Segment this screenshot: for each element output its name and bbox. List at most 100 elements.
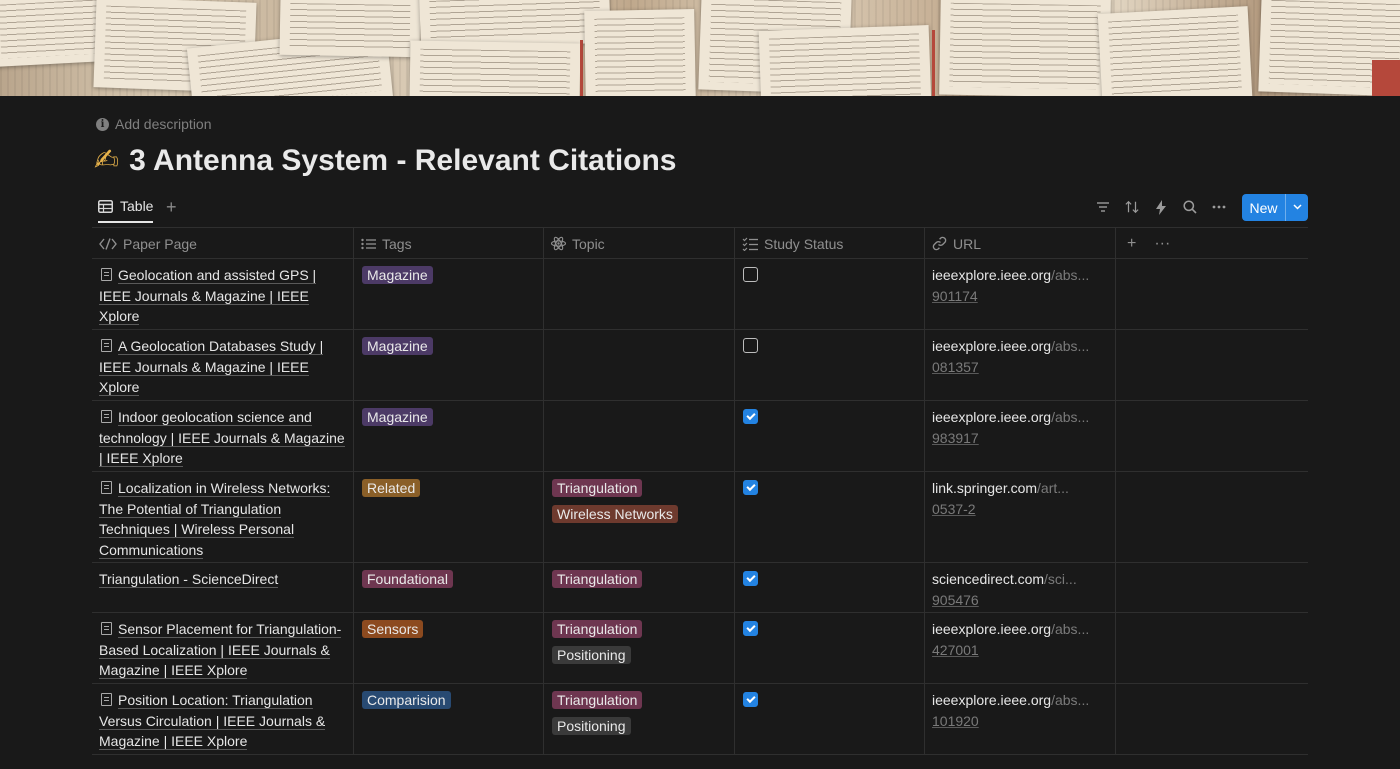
- url-tail[interactable]: 983917: [932, 430, 979, 446]
- description-placeholder: Add description: [115, 116, 212, 132]
- automation-lightning-icon[interactable]: [1154, 199, 1168, 215]
- tags-cell[interactable]: Comparision: [354, 684, 544, 754]
- paper-page-link[interactable]: A Geolocation Databases Study | IEEE Jou…: [99, 338, 324, 396]
- study-status-checkbox[interactable]: [743, 571, 758, 586]
- search-icon[interactable]: [1183, 199, 1197, 215]
- url-link[interactable]: ieeexplore.ieee.org/abs...: [932, 265, 1107, 286]
- column-header-paper-page[interactable]: Paper Page: [92, 228, 354, 259]
- study-status-cell: [735, 563, 925, 612]
- url-link[interactable]: ieeexplore.ieee.org/abs...: [932, 407, 1107, 428]
- url-cell[interactable]: ieeexplore.ieee.org/abs... 427001: [925, 613, 1116, 683]
- study-status-checkbox[interactable]: [743, 621, 758, 636]
- tag-badge: Magazine: [362, 337, 433, 355]
- paper-page-link[interactable]: Localization in Wireless Networks: The P…: [99, 480, 331, 559]
- tag-badge: Foundational: [362, 570, 453, 588]
- page-document-icon: [101, 622, 112, 635]
- paper-page-cell[interactable]: Sensor Placement for Triangulation-Based…: [92, 613, 354, 683]
- url-cell[interactable]: link.springer.com/art... 0537-2: [925, 472, 1116, 562]
- study-status-cell: [735, 613, 925, 683]
- tags-cell[interactable]: Magazine: [354, 330, 544, 400]
- writing-hand-icon[interactable]: ✍: [94, 143, 119, 178]
- more-options-icon[interactable]: [1212, 199, 1226, 215]
- url-tail[interactable]: 905476: [932, 592, 979, 608]
- sort-icon[interactable]: [1125, 199, 1139, 215]
- table-row[interactable]: A Geolocation Databases Study | IEEE Jou…: [92, 330, 1308, 401]
- url-cell[interactable]: ieeexplore.ieee.org/abs... 081357: [925, 330, 1116, 400]
- empty-cell: [1116, 472, 1308, 562]
- topic-cell[interactable]: [544, 401, 735, 471]
- paper-page-link[interactable]: Geolocation and assisted GPS | IEEE Jour…: [99, 267, 317, 325]
- table-row[interactable]: Geolocation and assisted GPS | IEEE Jour…: [92, 259, 1308, 330]
- topic-cell[interactable]: Triangulation Positioning: [544, 684, 735, 754]
- table-row[interactable]: Indoor geolocation science and technolog…: [92, 401, 1308, 472]
- topic-cell[interactable]: [544, 259, 735, 329]
- tags-cell[interactable]: Magazine: [354, 259, 544, 329]
- topic-badge: Positioning: [552, 646, 631, 664]
- url-cell[interactable]: ieeexplore.ieee.org/abs... 983917: [925, 401, 1116, 471]
- study-status-checkbox[interactable]: [743, 338, 758, 353]
- url-tail[interactable]: 901174: [932, 288, 978, 304]
- tags-cell[interactable]: Sensors: [354, 613, 544, 683]
- tags-cell[interactable]: Magazine: [354, 401, 544, 471]
- study-status-cell: [735, 401, 925, 471]
- study-status-checkbox[interactable]: [743, 409, 758, 424]
- url-cell[interactable]: ieeexplore.ieee.org/abs... 101920: [925, 684, 1116, 754]
- url-cell[interactable]: sciencedirect.com/sci... 905476: [925, 563, 1116, 612]
- table-row[interactable]: Sensor Placement for Triangulation-Based…: [92, 613, 1308, 684]
- page-document-icon: [101, 693, 112, 706]
- column-header-topic[interactable]: Topic: [544, 228, 735, 259]
- add-view-button[interactable]: +: [166, 197, 177, 218]
- add-property-button[interactable]: +: [1127, 235, 1136, 253]
- url-tail[interactable]: 0537-2: [932, 501, 976, 517]
- topic-cell[interactable]: [544, 330, 735, 400]
- url-link[interactable]: link.springer.com/art...: [932, 478, 1107, 499]
- column-header-study-status[interactable]: Study Status: [735, 228, 925, 259]
- column-header-url[interactable]: URL: [925, 228, 1116, 259]
- url-link[interactable]: sciencedirect.com/sci...: [932, 569, 1107, 590]
- paper-page-cell[interactable]: Geolocation and assisted GPS | IEEE Jour…: [92, 259, 354, 329]
- new-button[interactable]: New: [1242, 194, 1308, 221]
- topic-cell[interactable]: Triangulation Positioning: [544, 613, 735, 683]
- paper-page-link[interactable]: Sensor Placement for Triangulation-Based…: [99, 621, 342, 679]
- url-tail[interactable]: 427001: [932, 642, 979, 658]
- url-tail[interactable]: 101920: [932, 713, 979, 729]
- paper-page-link[interactable]: Triangulation - ScienceDirect: [99, 571, 279, 588]
- filter-icon[interactable]: [1096, 199, 1110, 215]
- table-row[interactable]: Triangulation - ScienceDirect Foundationa…: [92, 563, 1308, 613]
- study-status-checkbox[interactable]: [743, 692, 758, 707]
- paper-page-cell[interactable]: Position Location: Triangulation Versus …: [92, 684, 354, 754]
- paper-page-cell[interactable]: Triangulation - ScienceDirect: [92, 563, 354, 612]
- add-description-button[interactable]: i Add description: [96, 116, 212, 132]
- empty-cell: [1116, 330, 1308, 400]
- url-domain: link.springer.com: [932, 480, 1038, 496]
- paper-page-link[interactable]: Position Location: Triangulation Versus …: [99, 692, 326, 750]
- paper-page-cell[interactable]: Indoor geolocation science and technolog…: [92, 401, 354, 471]
- tags-cell[interactable]: Foundational: [354, 563, 544, 612]
- chevron-down-icon[interactable]: [1286, 202, 1308, 213]
- study-status-checkbox[interactable]: [743, 267, 758, 282]
- url-cell[interactable]: ieeexplore.ieee.org/abs... 901174: [925, 259, 1116, 329]
- column-header-tags[interactable]: Tags: [354, 228, 544, 259]
- topic-cell[interactable]: Triangulation Wireless Networks: [544, 472, 735, 562]
- tags-cell[interactable]: Related: [354, 472, 544, 562]
- tag-badge: Comparision: [362, 691, 451, 709]
- paper-page-link[interactable]: Indoor geolocation science and technolog…: [99, 409, 345, 467]
- url-link[interactable]: ieeexplore.ieee.org/abs...: [932, 690, 1107, 711]
- paper-page-cell[interactable]: A Geolocation Databases Study | IEEE Jou…: [92, 330, 354, 400]
- table-header: Paper Page Tags Topic Study Status URL +…: [92, 228, 1308, 259]
- study-status-checkbox[interactable]: [743, 480, 758, 495]
- paper-page-cell[interactable]: Localization in Wireless Networks: The P…: [92, 472, 354, 562]
- more-columns-button[interactable]: ···: [1154, 235, 1170, 253]
- topic-badge: Wireless Networks: [552, 505, 678, 523]
- page-title[interactable]: ✍ 3 Antenna System - Relevant Citations: [94, 143, 677, 178]
- empty-cell: [1116, 563, 1308, 612]
- table-row[interactable]: Localization in Wireless Networks: The P…: [92, 472, 1308, 563]
- url-link[interactable]: ieeexplore.ieee.org/abs...: [932, 336, 1107, 357]
- table-row[interactable]: Position Location: Triangulation Versus …: [92, 684, 1308, 755]
- url-tail[interactable]: 081357: [932, 359, 979, 375]
- page-title-text[interactable]: 3 Antenna System - Relevant Citations: [129, 144, 676, 178]
- url-link[interactable]: ieeexplore.ieee.org/abs...: [932, 619, 1107, 640]
- tab-table-view[interactable]: Table: [98, 198, 154, 223]
- url-domain: ieeexplore.ieee.org: [932, 267, 1052, 283]
- topic-cell[interactable]: Triangulation: [544, 563, 735, 612]
